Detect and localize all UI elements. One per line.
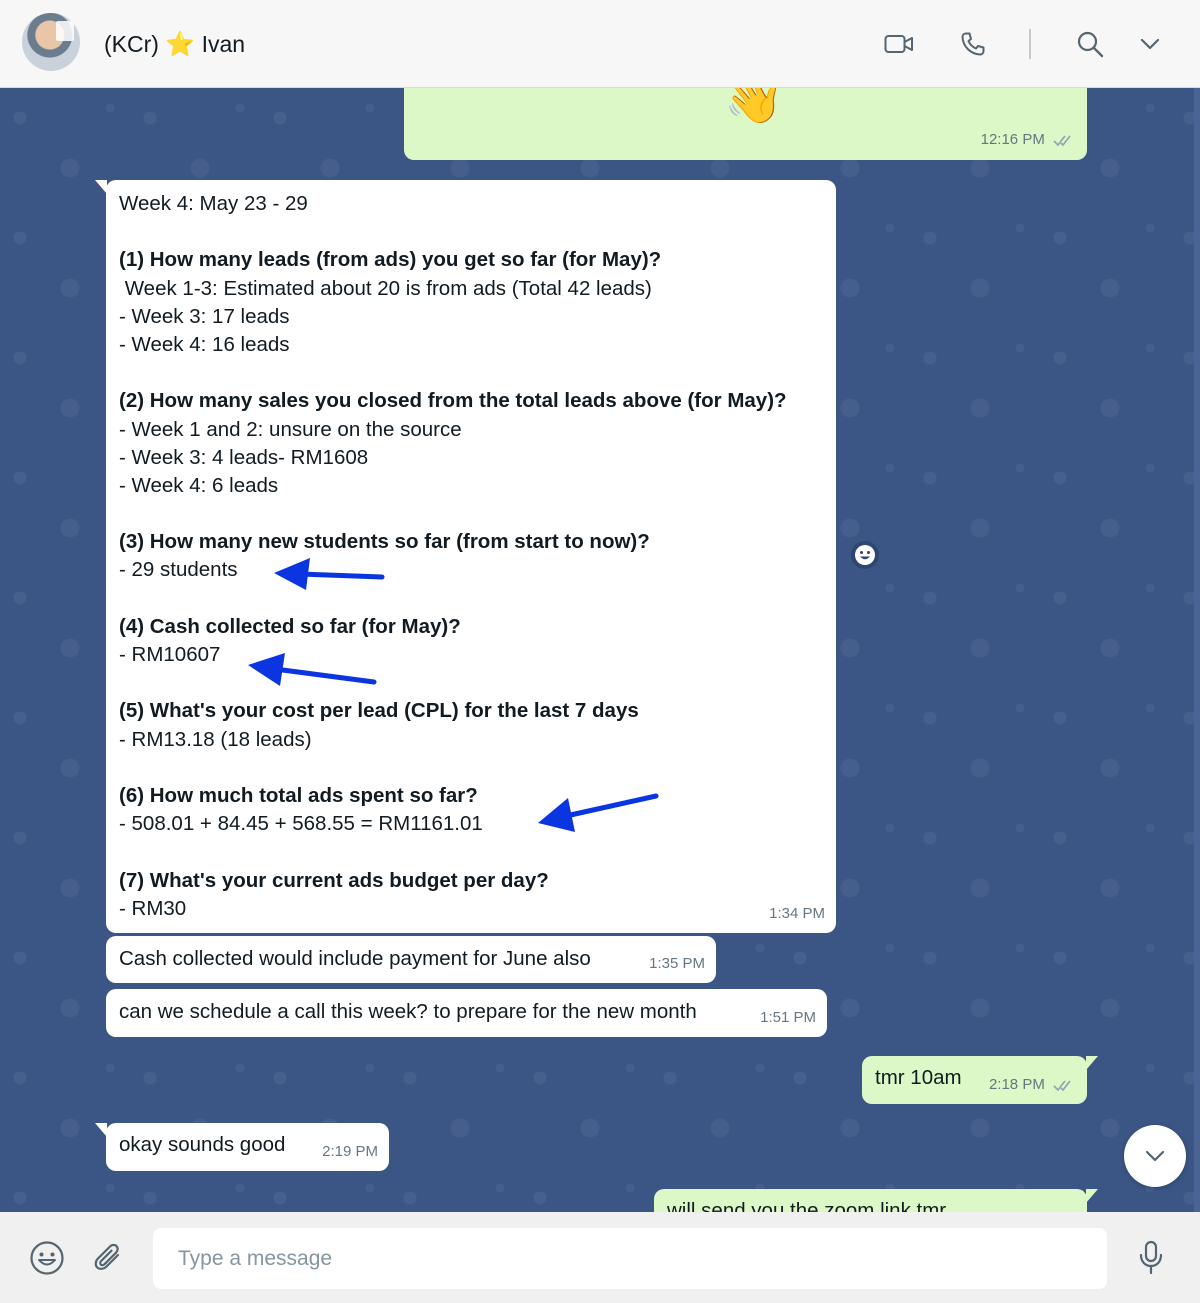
reaction-emoji-button[interactable] [851,541,879,569]
report-question: (7) What's your current ads budget per d… [119,868,549,892]
message-input[interactable] [153,1228,1107,1289]
read-ticks-icon [1053,135,1071,147]
report-answer: Week 4: May 23 - 29 [119,192,308,215]
chevron-down-icon [1145,1150,1165,1162]
message-outgoing-partial[interactable]: will send you the zoom link tmr [654,1189,1098,1212]
message-time: 1:51 PM [760,1008,816,1026]
message-incoming[interactable]: okay sounds good 2:19 PM [95,1123,389,1171]
chevron-down-icon[interactable] [1134,28,1166,60]
emoji-icon[interactable] [28,1239,66,1277]
message-incoming[interactable]: can we schedule a call this week? to pre… [106,989,827,1037]
video-call-icon[interactable] [883,28,915,60]
report-answer: - 29 students [119,558,238,582]
report-answer: - 508.01 + 84.45 + 568.55 = RM1161.01 [119,812,483,836]
message-incoming[interactable]: Cash collected would include payment for… [106,936,716,983]
message-incoming-report[interactable]: Week 4: May 23 - 29 (1) How many leads (f… [95,180,836,933]
message-outgoing[interactable]: tmr 10am 2:18 PM [862,1056,1098,1104]
read-ticks-icon [1053,1080,1071,1092]
message-outgoing-wave[interactable]: 👋 12:16 PM [404,88,1087,160]
chat-header: (KCr) ⭐ Ivan [0,0,1200,88]
microphone-icon[interactable] [1132,1239,1170,1277]
message-text: Cash collected would include payment for… [119,947,591,970]
chat-area[interactable]: 👋 12:16 PM Week 4: May 23 - 29 (1) How ma… [0,88,1200,1212]
attach-icon[interactable] [90,1239,128,1277]
report-question: (4) Cash collected so far (for May)? [119,614,461,638]
message-text: okay sounds good [119,1133,286,1156]
contact-avatar[interactable] [22,13,80,71]
message-time: 2:18 PM [989,1071,1075,1099]
contact-first-name: Ivan [201,31,246,57]
voice-call-icon[interactable] [957,28,989,60]
search-icon[interactable] [1074,28,1106,60]
report-answer: - Week 1 and 2: unsure on the source [119,417,462,441]
message-text: will send you the zoom link tmr [667,1199,947,1212]
contact-name[interactable]: (KCr) ⭐ Ivan [104,30,245,59]
scrollbar-track[interactable] [1194,88,1200,1212]
report-answer: - RM30 [119,896,187,920]
header-divider [1029,29,1031,59]
report-answer: - Week 4: 6 leads [119,473,279,497]
composer-bar [0,1212,1200,1303]
star-emoji: ⭐ [165,31,196,58]
report-answer: - Week 3: 4 leads- RM1608 [119,445,369,469]
message-time: 2:19 PM [322,1142,378,1160]
report-question: (2) How many sales you closed from the t… [119,389,787,413]
report-answer: Week 1-3: Estimated about 20 is from ads… [119,276,652,300]
report-answer: - Week 3: 17 leads [119,304,290,328]
message-text: tmr 10am [875,1066,962,1089]
report-answer: - Week 4: 16 leads [119,332,290,356]
contact-prefix: (KCr) [104,31,159,57]
message-time: 12:16 PM [981,126,1075,154]
message-text: can we schedule a call this week? to pre… [119,1000,697,1023]
report-answer: - RM13.18 (18 leads) [119,727,312,751]
wave-emoji: 👋 [724,88,784,126]
report-question: (5) What's your cost per lead (CPL) for … [119,699,639,723]
message-time: 1:34 PM [769,904,825,922]
report-question: (3) How many new students so far (from s… [119,530,650,554]
report-text: Week 4: May 23 - 29 (1) How many leads (f… [119,190,830,923]
report-answer: - RM10607 [119,643,221,666]
scroll-to-bottom-button[interactable] [1124,1125,1186,1187]
report-question: (1) How many leads (from ads) you get so… [119,248,662,272]
message-time: 1:35 PM [649,954,705,972]
report-question: (6) How much total ads spent so far? [119,783,478,807]
